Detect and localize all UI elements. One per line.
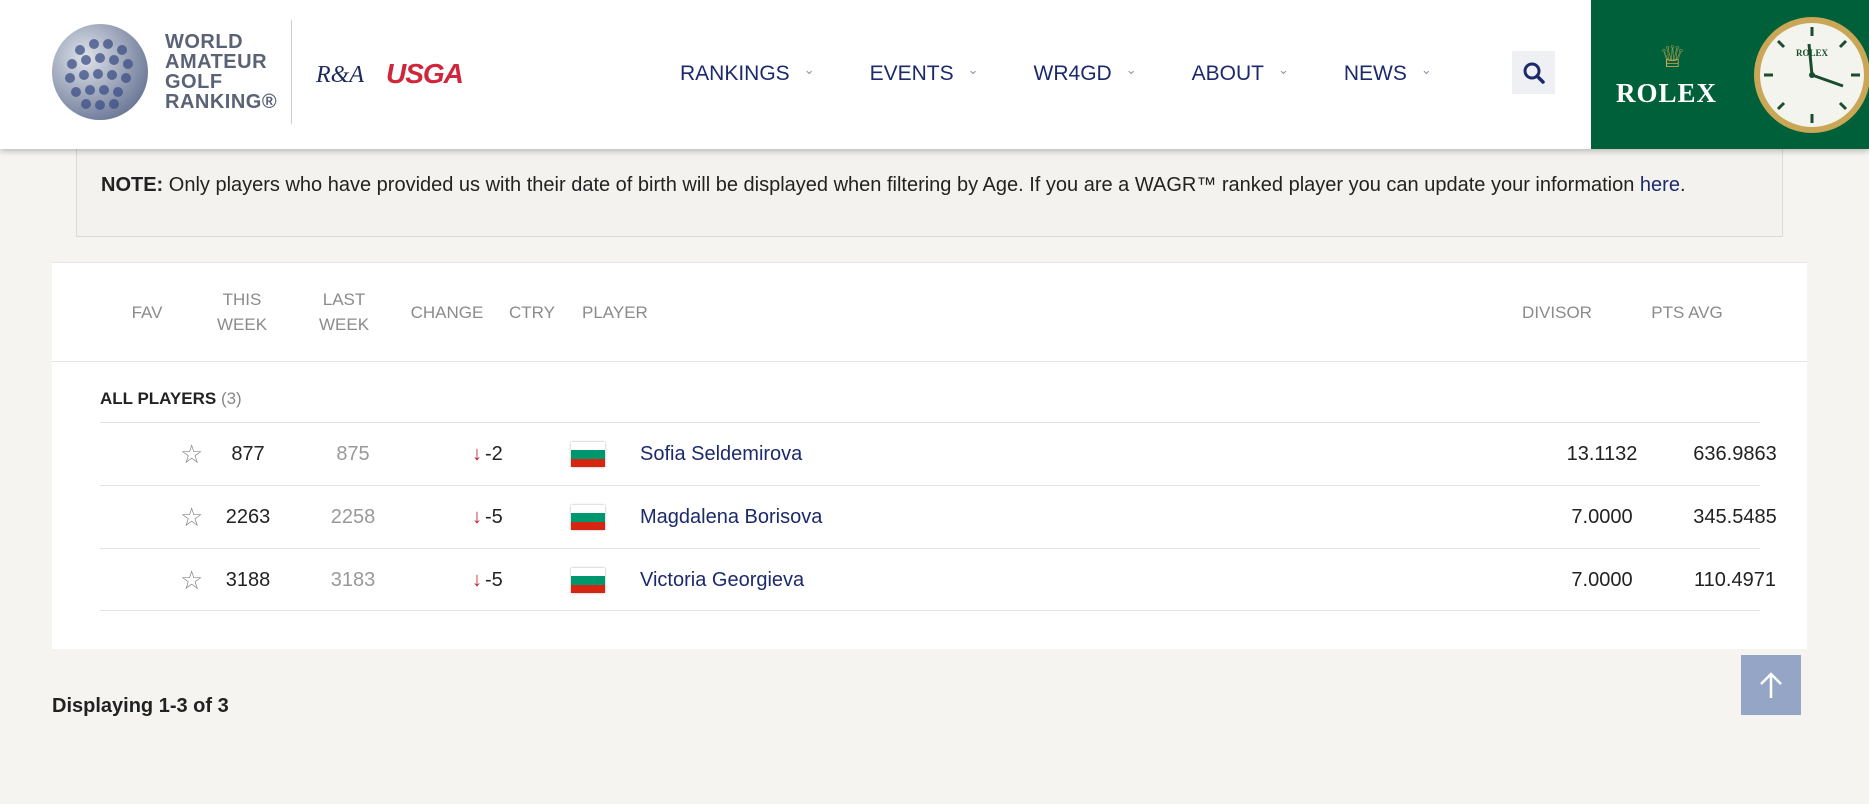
chevron-down-icon: ⌄ bbox=[803, 62, 815, 77]
main-nav: RANKINGS ⌄ EVENTS ⌄ WR4GD ⌄ ABOUT ⌄ NEWS… bbox=[680, 62, 1487, 86]
back-to-top-button[interactable] bbox=[1741, 655, 1801, 715]
note-prefix: NOTE: bbox=[101, 174, 164, 196]
rank-change: ↓ -5 bbox=[472, 486, 503, 549]
this-week-rank: 877 bbox=[231, 443, 265, 465]
col-last-week-line: LAST bbox=[322, 290, 366, 309]
bulgaria-flag-icon bbox=[571, 568, 605, 593]
bulgaria-flag-icon bbox=[571, 442, 605, 467]
change-value: -2 bbox=[485, 443, 503, 465]
group-name: ALL PLAYERS bbox=[100, 389, 217, 408]
site-header: WORLD AMATEUR GOLF RANKING® R&A USGA RAN… bbox=[0, 0, 1869, 149]
favorite-star-icon[interactable]: ☆ bbox=[180, 423, 203, 486]
table-header: FAV THIS WEEK LAST WEEK CHANGE CTRY PLAY… bbox=[52, 262, 1807, 362]
col-ctry[interactable]: CTRY bbox=[502, 300, 562, 325]
pagination-summary: Displaying 1-3 of 3 bbox=[52, 695, 229, 717]
note-text: NOTE: Only players who have provided us … bbox=[101, 174, 1686, 197]
country-flag bbox=[571, 549, 605, 612]
col-change[interactable]: CHANGE bbox=[402, 300, 492, 325]
crown-icon: ♕ bbox=[1659, 41, 1686, 74]
usga-logo[interactable]: USGA bbox=[386, 58, 464, 90]
col-last-week-line: WEEK bbox=[318, 315, 370, 334]
change-value: -5 bbox=[485, 569, 503, 591]
group-label: ALL PLAYERS (3) bbox=[100, 389, 242, 409]
nav-about[interactable]: ABOUT ⌄ bbox=[1192, 62, 1289, 86]
nav-label: NEWS bbox=[1343, 62, 1407, 85]
last-week-rank: 875 bbox=[336, 443, 370, 465]
table-row: ☆ 3188 3183 ↓ -5 Victoria Georgieva 7.000… bbox=[100, 548, 1776, 612]
favorite-star-icon[interactable]: ☆ bbox=[180, 549, 203, 612]
table-row: ☆ 877 875 ↓ -2 Sofia Seldemirova 13.1132 … bbox=[100, 422, 1777, 486]
logo-line: GOLF bbox=[165, 71, 223, 93]
player-name-link[interactable]: Magdalena Borisova bbox=[640, 486, 822, 549]
player-name-link[interactable]: Sofia Seldemirova bbox=[640, 423, 802, 486]
bulgaria-flag-icon bbox=[571, 505, 605, 530]
table-row: ☆ 2263 2258 ↓ -5 Magdalena Borisova 7.000… bbox=[100, 485, 1777, 549]
country-flag bbox=[571, 486, 605, 549]
col-divisor[interactable]: DIVISOR bbox=[1512, 300, 1602, 325]
favorite-star-icon[interactable]: ☆ bbox=[180, 486, 203, 549]
arrow-down-icon: ↓ bbox=[472, 443, 482, 465]
nav-events[interactable]: EVENTS ⌄ bbox=[870, 62, 979, 86]
arrow-down-icon: ↓ bbox=[472, 506, 482, 528]
divisor-value: 7.0000 bbox=[1571, 569, 1633, 591]
pts-avg-value: 345.5485 bbox=[1693, 506, 1777, 528]
nav-label: ABOUT bbox=[1191, 62, 1264, 85]
chevron-down-icon: ⌄ bbox=[1277, 62, 1289, 77]
col-fav[interactable]: FAV bbox=[122, 300, 172, 325]
rolex-clock-label: ROLEX bbox=[1796, 48, 1829, 58]
divisor-value: 7.0000 bbox=[1571, 506, 1633, 528]
group-count: (3) bbox=[220, 389, 242, 408]
note-body: Only players who have provided us with t… bbox=[163, 174, 1640, 196]
pts-avg-value: 110.4971 bbox=[1694, 569, 1776, 591]
col-player[interactable]: PLAYER bbox=[582, 300, 648, 325]
search-button[interactable] bbox=[1512, 51, 1555, 94]
chevron-down-icon: ⌄ bbox=[967, 62, 979, 77]
note-suffix: . bbox=[1679, 174, 1686, 196]
clock-icon: ROLEX bbox=[1754, 17, 1869, 133]
rolex-wordmark: ROLEX bbox=[1616, 78, 1718, 108]
col-this-week-line: THIS bbox=[222, 290, 262, 309]
nav-news[interactable]: NEWS ⌄ bbox=[1344, 62, 1432, 86]
nav-label: EVENTS bbox=[869, 62, 954, 85]
chevron-down-icon: ⌄ bbox=[1125, 62, 1137, 77]
change-value: -5 bbox=[485, 506, 503, 528]
nav-label: WR4GD bbox=[1033, 62, 1112, 85]
this-week-rank: 2263 bbox=[225, 506, 271, 528]
logo-line: AMATEUR bbox=[165, 51, 268, 73]
nav-wr4gd[interactable]: WR4GD ⌄ bbox=[1034, 62, 1137, 86]
col-this-week-line: WEEK bbox=[216, 315, 268, 334]
ra-logo[interactable]: R&A bbox=[316, 62, 364, 89]
logo-line: RANKING® bbox=[165, 91, 278, 113]
divisor-value: 13.1132 bbox=[1566, 443, 1638, 465]
col-pts-avg[interactable]: PTS AVG bbox=[1642, 300, 1732, 325]
logo-divider bbox=[291, 20, 292, 124]
last-week-rank: 3183 bbox=[330, 569, 376, 591]
chevron-down-icon: ⌄ bbox=[1420, 62, 1432, 77]
rank-change: ↓ -2 bbox=[472, 423, 503, 486]
logo-line: WORLD bbox=[165, 31, 244, 53]
wagr-logo-text[interactable]: WORLD AMATEUR GOLF RANKING® bbox=[165, 32, 277, 112]
col-this-week[interactable]: THIS WEEK bbox=[202, 287, 282, 337]
pts-avg-value: 636.9863 bbox=[1693, 443, 1777, 465]
col-last-week[interactable]: LAST WEEK bbox=[304, 287, 384, 337]
rank-change: ↓ -5 bbox=[472, 549, 503, 612]
table-body: ☆ 877 875 ↓ -2 Sofia Seldemirova 13.1132 … bbox=[100, 422, 1777, 612]
note-box: NOTE: Only players who have provided us … bbox=[76, 149, 1783, 237]
rankings-table: FAV THIS WEEK LAST WEEK CHANGE CTRY PLAY… bbox=[52, 262, 1807, 649]
arrow-down-icon: ↓ bbox=[472, 569, 482, 591]
last-week-rank: 2258 bbox=[330, 506, 376, 528]
country-flag bbox=[571, 423, 605, 486]
search-icon bbox=[1523, 62, 1545, 84]
update-info-link[interactable]: here bbox=[1640, 174, 1680, 196]
this-week-rank: 3188 bbox=[225, 569, 271, 591]
nav-label: RANKINGS bbox=[680, 62, 790, 85]
golf-ball-logo-icon[interactable] bbox=[50, 22, 150, 122]
arrow-up-icon bbox=[1760, 672, 1782, 698]
rolex-sponsor[interactable]: ♕ ROLEX ROLEX bbox=[1591, 0, 1869, 149]
player-name-link[interactable]: Victoria Georgieva bbox=[640, 549, 804, 612]
nav-rankings[interactable]: RANKINGS ⌄ bbox=[680, 62, 815, 86]
